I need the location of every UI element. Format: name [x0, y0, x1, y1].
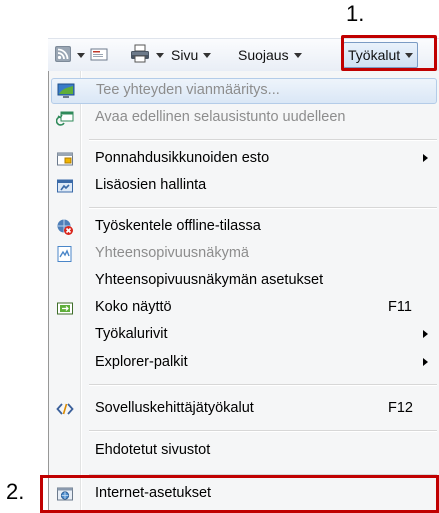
- screenshot-root: 1. Sivu Suojaus Työkalut Tee yhteyden vi…: [0, 0, 439, 513]
- menu-item-developer-tools[interactable]: Sovelluskehittäjätyökalut F12: [49, 396, 438, 422]
- compatibility-view-icon: [56, 245, 74, 263]
- menu-item-compatibility-settings[interactable]: Yhteensopivuusnäkymän asetukset: [49, 268, 438, 294]
- manage-addons-icon: [56, 177, 74, 195]
- chevron-down-icon: [203, 52, 212, 58]
- menu-item-label: Koko näyttö: [95, 299, 172, 315]
- submenu-arrow-icon: [423, 154, 428, 162]
- menu-item-shortcut: F11: [388, 299, 412, 315]
- chevron-down-icon: [293, 52, 302, 58]
- menu-separator: [89, 139, 437, 141]
- safety-menu-button[interactable]: Suojaus: [238, 45, 302, 65]
- page-menu-button[interactable]: Sivu: [171, 45, 212, 65]
- menu-separator: [89, 207, 437, 209]
- print-button[interactable]: [129, 44, 164, 67]
- print-icon: [129, 44, 151, 67]
- popup-blocker-icon: [56, 150, 74, 168]
- menu-item-label: Ehdotetut sivustot: [95, 442, 211, 458]
- menu-item-reopen-session[interactable]: Avaa edellinen selausistunto uudelleen: [49, 105, 438, 131]
- chevron-down-icon: [156, 52, 164, 58]
- network-diagnose-icon: [57, 82, 75, 100]
- submenu-arrow-icon: [423, 358, 428, 366]
- menu-item-popup-blocker[interactable]: Ponnahdusikkunoiden esto: [49, 146, 438, 172]
- menu-item-label: Yhteensopivuusnäkymä: [95, 245, 249, 261]
- submenu-arrow-icon: [423, 330, 428, 338]
- step-marker-1: 1.: [346, 1, 365, 26]
- menu-item-label: Työkalurivit: [95, 326, 168, 342]
- step-marker-2: 2.: [6, 479, 25, 504]
- menu-item-label: Lisäosien hallinta: [95, 177, 207, 193]
- menu-item-label: Explorer-palkit: [95, 354, 188, 370]
- fullscreen-icon: [56, 299, 74, 317]
- menu-separator: [89, 430, 437, 432]
- menu-item-fullscreen[interactable]: Koko näyttö F11: [49, 295, 438, 321]
- menu-item-label: Sovelluskehittäjätyökalut: [95, 400, 254, 416]
- menu-item-toolbars[interactable]: Työkalurivit: [49, 322, 438, 348]
- offline-icon: [56, 218, 74, 236]
- menu-item-label: Tee yhteyden vianmääritys...: [96, 82, 280, 98]
- developer-tools-icon: [56, 400, 74, 418]
- menu-item-manage-addons[interactable]: Lisäosien hallinta: [49, 173, 438, 199]
- menu-item-label: Ponnahdusikkunoiden esto: [95, 150, 270, 166]
- menu-item-work-offline[interactable]: Työskentele offline-tilassa: [49, 214, 438, 240]
- read-mail-button[interactable]: [89, 45, 109, 65]
- tools-menu-highlight-box: [341, 35, 437, 71]
- reopen-session-icon: [55, 109, 74, 127]
- internet-options-highlight-box: [40, 475, 439, 513]
- menu-item-suggested-sites[interactable]: Ehdotetut sivustot: [49, 438, 438, 464]
- menu-item-diagnose-connection[interactable]: Tee yhteyden vianmääritys...: [51, 78, 437, 104]
- menu-separator: [89, 384, 437, 386]
- feeds-icon: [54, 45, 72, 66]
- safety-menu-label: Suojaus: [238, 47, 289, 63]
- menu-item-label: Avaa edellinen selausistunto uudelleen: [95, 109, 346, 125]
- read-mail-icon: [89, 46, 109, 65]
- chevron-down-icon: [77, 52, 85, 58]
- tools-dropdown-menu: Tee yhteyden vianmääritys... Avaa edelli…: [48, 71, 439, 513]
- menu-item-shortcut: F12: [388, 400, 413, 416]
- menu-item-compatibility-view[interactable]: Yhteensopivuusnäkymä: [49, 241, 438, 267]
- menu-item-label: Yhteensopivuusnäkymän asetukset: [95, 272, 324, 288]
- menu-item-explorer-bars[interactable]: Explorer-palkit: [49, 350, 438, 376]
- menu-item-label: Työskentele offline-tilassa: [95, 218, 261, 234]
- page-menu-label: Sivu: [171, 47, 199, 63]
- feeds-button[interactable]: [54, 45, 85, 65]
